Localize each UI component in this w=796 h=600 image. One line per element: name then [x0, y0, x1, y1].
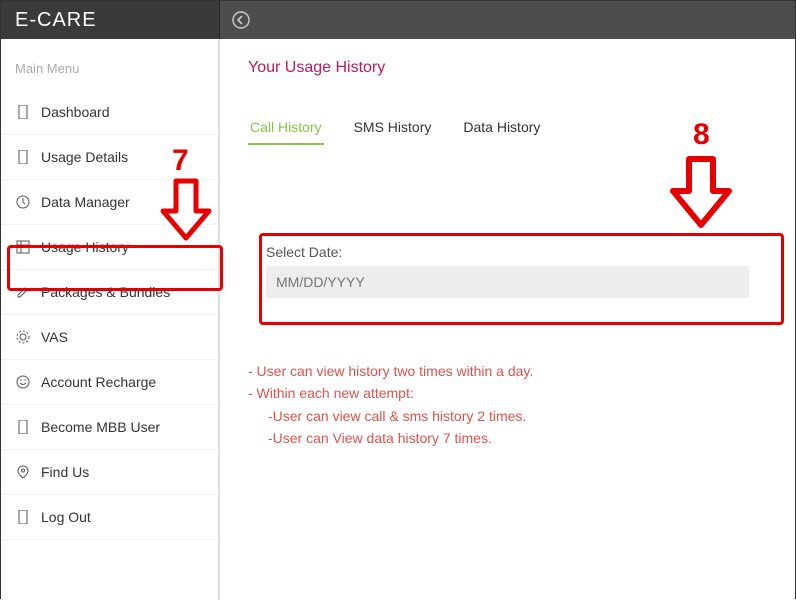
sidebar-item-usage-details[interactable]: Usage Details: [1, 135, 218, 180]
tab-call-history[interactable]: Call History: [248, 111, 324, 145]
sidebar-item-mbb[interactable]: Become MBB User: [1, 405, 218, 450]
main-content: Your Usage History Call History SMS Hist…: [219, 39, 795, 600]
sidebar-item-label: Packages & Bundles: [41, 284, 170, 300]
sidebar-item-data-manager[interactable]: Data Manager: [1, 180, 218, 225]
sidebar-item-label: Data Manager: [41, 194, 130, 210]
sidebar-item-vas[interactable]: VAS: [1, 315, 218, 360]
sidebar-item-label: Log Out: [41, 509, 91, 525]
smile-icon: [15, 374, 31, 390]
sidebar-heading: Main Menu: [1, 39, 218, 90]
sidebar-item-usage-history[interactable]: Usage History: [1, 225, 218, 270]
sidebar-item-label: Dashboard: [41, 104, 110, 120]
date-label: Select Date:: [266, 244, 749, 260]
phone-icon: [15, 149, 31, 165]
grid-icon: [15, 239, 31, 255]
sidebar-item-label: Find Us: [41, 464, 89, 480]
sidebar-item-label: Account Recharge: [41, 374, 156, 390]
sidebar-item-label: Become MBB User: [41, 419, 160, 435]
sidebar-item-logout[interactable]: Log Out: [1, 495, 218, 540]
date-input[interactable]: [266, 266, 749, 298]
header: E-CARE: [1, 1, 795, 39]
page-title: Your Usage History: [248, 59, 767, 77]
tabs: Call History SMS History Data History: [248, 111, 767, 146]
clock-icon: [15, 194, 31, 210]
info-line: - Within each new attempt:: [248, 382, 767, 404]
date-block: Select Date:: [248, 226, 767, 316]
phone-icon: [15, 104, 31, 120]
tab-data-history[interactable]: Data History: [461, 111, 542, 145]
sidebar-item-packages[interactable]: Packages & Bundles: [1, 270, 218, 315]
sidebar-item-recharge[interactable]: Account Recharge: [1, 360, 218, 405]
brand-title: E-CARE: [1, 9, 219, 32]
sidebar-item-label: Usage History: [41, 239, 129, 255]
sidebar-item-label: Usage Details: [41, 149, 128, 165]
pin-icon: [15, 464, 31, 480]
sidebar-item-dashboard[interactable]: Dashboard: [1, 90, 218, 135]
gear-icon: [15, 329, 31, 345]
edit-icon: [15, 284, 31, 300]
tab-sms-history[interactable]: SMS History: [352, 111, 434, 145]
sidebar: Main Menu Dashboard Usage Details Data M…: [1, 39, 219, 600]
info-line: -User can View data history 7 times.: [248, 427, 767, 449]
phone-icon: [15, 509, 31, 525]
info-line: -User can view call & sms history 2 time…: [248, 405, 767, 427]
header-toolbar: [219, 1, 795, 39]
sidebar-item-label: VAS: [41, 329, 68, 345]
back-icon[interactable]: [230, 9, 252, 31]
sidebar-item-findus[interactable]: Find Us: [1, 450, 218, 495]
phone-icon: [15, 419, 31, 435]
info-line: - User can view history two times within…: [248, 360, 767, 382]
info-list: - User can view history two times within…: [248, 360, 767, 450]
